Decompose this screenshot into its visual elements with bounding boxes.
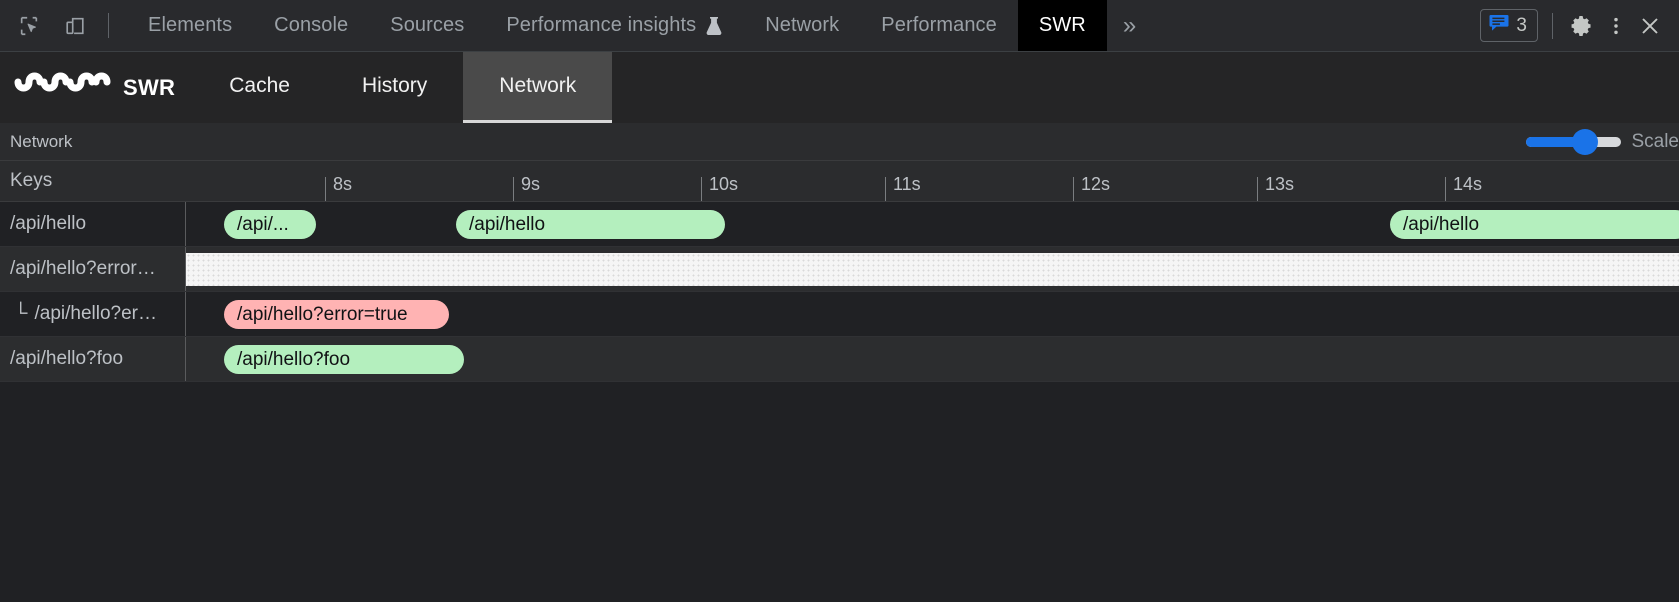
timeline-tick-label: 9s <box>521 174 541 194</box>
scale-control: Scale <box>1526 128 1679 155</box>
swr-brand-label: SWR <box>123 74 176 100</box>
network-row-track: /api/hello?error=true <box>186 292 1679 336</box>
settings-gear-icon[interactable] <box>1567 11 1597 41</box>
timeline-tick-line <box>1445 177 1446 201</box>
devtools-right-tools: 3 <box>1480 0 1679 51</box>
timeline-tick-line <box>701 177 702 201</box>
swr-panel-header: SWR Cache History Network <box>0 52 1679 123</box>
timeline-tick-line <box>1257 177 1258 201</box>
network-row[interactable]: └ /api/hello?er… /api/hello?error=true <box>0 292 1679 337</box>
more-options-icon[interactable] <box>1601 11 1631 41</box>
network-rows: /api/hello/api/... /api/hello/api/hello/a… <box>0 202 1679 382</box>
network-row-key-cell: └ /api/hello?er… <box>0 292 186 336</box>
tab-swr-label: SWR <box>1038 14 1086 36</box>
right-tools-divider <box>1552 12 1553 39</box>
timeline-tick-line <box>885 177 886 201</box>
scale-slider[interactable] <box>1526 128 1622 155</box>
network-row-key-cell: /api/hello?foo <box>0 337 186 381</box>
network-request-bar[interactable]: /api/... <box>224 210 316 239</box>
message-bubble-icon <box>1489 14 1509 37</box>
tab-performance-insights-label: Performance insights <box>506 14 697 36</box>
network-row[interactable]: /api/hello?foo/api/hello?foo <box>0 337 1679 382</box>
swr-tab-cache-label: Cache <box>229 74 290 97</box>
swr-wave-logo-icon <box>14 70 112 105</box>
keys-column-header: Keys <box>10 170 53 191</box>
swr-tab-history-label: History <box>361 74 428 97</box>
tab-sources[interactable]: Sources <box>369 0 485 51</box>
devtools-toolbar: Elements Console Sources Performance ins… <box>0 0 1679 52</box>
swr-tab-cache[interactable]: Cache <box>193 52 326 123</box>
network-row-key-label: /api/hello <box>10 213 87 234</box>
network-row-track: /api/hello?foo <box>186 337 1679 381</box>
network-request-bar[interactable]: /api/hello?error=true <box>224 300 449 329</box>
message-count: 3 <box>1516 14 1527 36</box>
tab-performance-insights[interactable]: Performance insights <box>485 0 744 51</box>
console-messages-badge[interactable]: 3 <box>1480 9 1538 42</box>
network-row-key-cell: /api/hello <box>0 202 186 246</box>
network-title-row: Network Scale <box>0 123 1679 161</box>
network-request-bar[interactable]: /api/hello <box>456 210 725 239</box>
swr-tab-network[interactable]: Network <box>463 52 613 123</box>
more-tabs-label: » <box>1122 11 1137 39</box>
network-request-bar[interactable]: /api/hello?foo <box>224 345 464 374</box>
swr-tab-history[interactable]: History <box>326 52 463 123</box>
tab-swr[interactable]: SWR <box>1017 0 1107 51</box>
swr-tab-network-label: Network <box>499 74 577 97</box>
tab-network[interactable]: Network <box>744 0 860 51</box>
network-row[interactable]: /api/hello?error… <box>0 247 1679 292</box>
scale-label: Scale <box>1631 130 1679 152</box>
tab-performance-label: Performance <box>881 14 997 36</box>
network-row-track: /api/... /api/hello/api/hello <box>186 202 1679 246</box>
devtools-panel-tabs: Elements Console Sources Performance ins… <box>127 0 1480 51</box>
network-request-bar[interactable] <box>186 253 1679 286</box>
swr-brand: SWR <box>0 52 193 123</box>
device-toolbar-icon[interactable] <box>60 11 90 41</box>
network-row-track <box>186 247 1679 291</box>
network-row-key-label: /api/hello?foo <box>10 348 124 369</box>
timeline-tick-label: 8s <box>333 174 353 194</box>
network-row[interactable]: /api/hello/api/... /api/hello/api/hello <box>0 202 1679 247</box>
toolbar-divider <box>108 13 109 38</box>
timeline-tick-line <box>513 177 514 201</box>
more-tabs-chevron-icon[interactable]: » <box>1107 0 1152 51</box>
tab-console-label: Console <box>274 14 349 36</box>
tab-sources-label: Sources <box>390 14 465 36</box>
network-row-key-cell: /api/hello?error… <box>0 247 186 291</box>
timeline-tick-label: 13s <box>1265 174 1295 194</box>
scale-slider-knob[interactable] <box>1572 128 1599 155</box>
timeline-tick-label: 14s <box>1453 174 1483 194</box>
tab-console[interactable]: Console <box>253 0 369 51</box>
close-devtools-icon[interactable] <box>1635 11 1665 41</box>
tab-elements-label: Elements <box>148 14 233 36</box>
network-panel-title: Network <box>10 131 73 151</box>
network-row-key-label: /api/hello?error… <box>10 258 156 279</box>
inspect-element-icon[interactable] <box>14 11 44 41</box>
timeline-axis: Keys 8s 9s 10s 11s 12s 13s 14s <box>0 161 1679 202</box>
network-row-key-label: /api/hello?er… <box>34 303 157 324</box>
network-request-bar[interactable]: /api/hello <box>1390 210 1679 239</box>
timeline-tick-label: 10s <box>709 174 739 194</box>
timeline-tick-label: 12s <box>1081 174 1111 194</box>
tab-performance[interactable]: Performance <box>860 0 1018 51</box>
flask-icon <box>705 16 723 36</box>
tree-branch-icon: └ <box>14 303 28 324</box>
timeline-tick-line <box>325 177 326 201</box>
network-panel: Network Scale Keys 8s 9s 10s 11s 12s 13s 14s /… <box>0 123 1679 602</box>
timeline-tick-line <box>1073 177 1074 201</box>
timeline-tick-label: 11s <box>893 174 921 194</box>
tab-elements[interactable]: Elements <box>127 0 253 51</box>
tab-network-label: Network <box>765 14 840 36</box>
devtools-left-icons <box>0 0 127 51</box>
